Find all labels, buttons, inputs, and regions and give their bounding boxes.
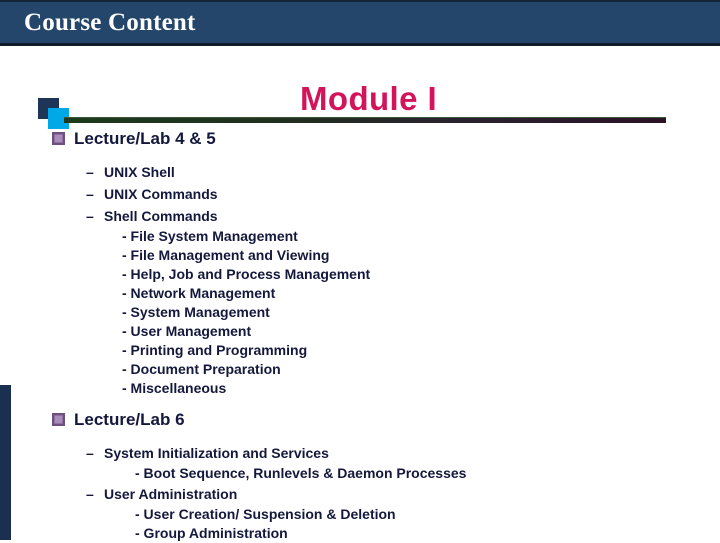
list-item: – Shell Commands (86, 205, 720, 227)
page-title: Course Content (24, 9, 196, 36)
sub-list-item: - Boot Sequence, Runlevels & Daemon Proc… (135, 465, 467, 481)
list-item-label: Shell Commands (104, 208, 218, 224)
module-heading: Module I (300, 80, 438, 117)
sub-list-item: - File System Management (122, 228, 298, 244)
sub-list-item: - Miscellaneous (122, 380, 227, 396)
dash-bullet-icon: – (86, 208, 94, 224)
content-section: Lecture/Lab 6 – System Initialization an… (0, 409, 720, 543)
list-item-label: User Administration (104, 486, 238, 502)
sub-list-item: - User Management (122, 323, 252, 339)
sub-list-item: - System Management (122, 304, 270, 320)
content-section: Lecture/Lab 4 & 5 – UNIX Shell – UNIX Co… (0, 128, 720, 398)
list-item-label: UNIX Shell (104, 164, 175, 180)
sub-list-item: - Document Preparation (122, 361, 281, 377)
square-bullet-icon (52, 413, 65, 426)
section-heading-lecture-lab-4-5: Lecture/Lab 4 & 5 (52, 128, 720, 149)
sub-list-item: - Network Management (122, 285, 276, 301)
slide-content: Lecture/Lab 4 & 5 – UNIX Shell – UNIX Co… (0, 128, 720, 543)
section-heading-lecture-lab-6: Lecture/Lab 6 (52, 409, 720, 430)
sub-list-item: - Help, Job and Process Management (122, 266, 371, 282)
sub-list-item: - User Creation/ Suspension & Deletion (135, 506, 396, 522)
list-item: – User Administration (86, 483, 720, 505)
dash-bullet-icon: – (86, 445, 94, 461)
square-bullet-icon (52, 132, 65, 145)
section-heading-label: Lecture/Lab 6 (74, 410, 185, 429)
dash-bullet-icon: – (86, 186, 94, 202)
list-item: – UNIX Shell (86, 161, 720, 183)
sub-list-item: - Printing and Programming (122, 342, 308, 358)
section-heading-label: Lecture/Lab 4 & 5 (74, 129, 216, 148)
dash-bullet-icon: – (86, 486, 94, 502)
sub-list-item: - File Management and Viewing (122, 247, 330, 263)
sub-list-item: - Group Administration (135, 525, 288, 541)
list-item-label: System Initialization and Services (104, 445, 329, 461)
heading-divider (64, 117, 666, 123)
list-item-label: UNIX Commands (104, 186, 218, 202)
dash-bullet-icon: – (86, 164, 94, 180)
list-item: – System Initialization and Services (86, 442, 720, 464)
title-bar: Course Content (0, 0, 720, 46)
list-item: – UNIX Commands (86, 183, 720, 205)
